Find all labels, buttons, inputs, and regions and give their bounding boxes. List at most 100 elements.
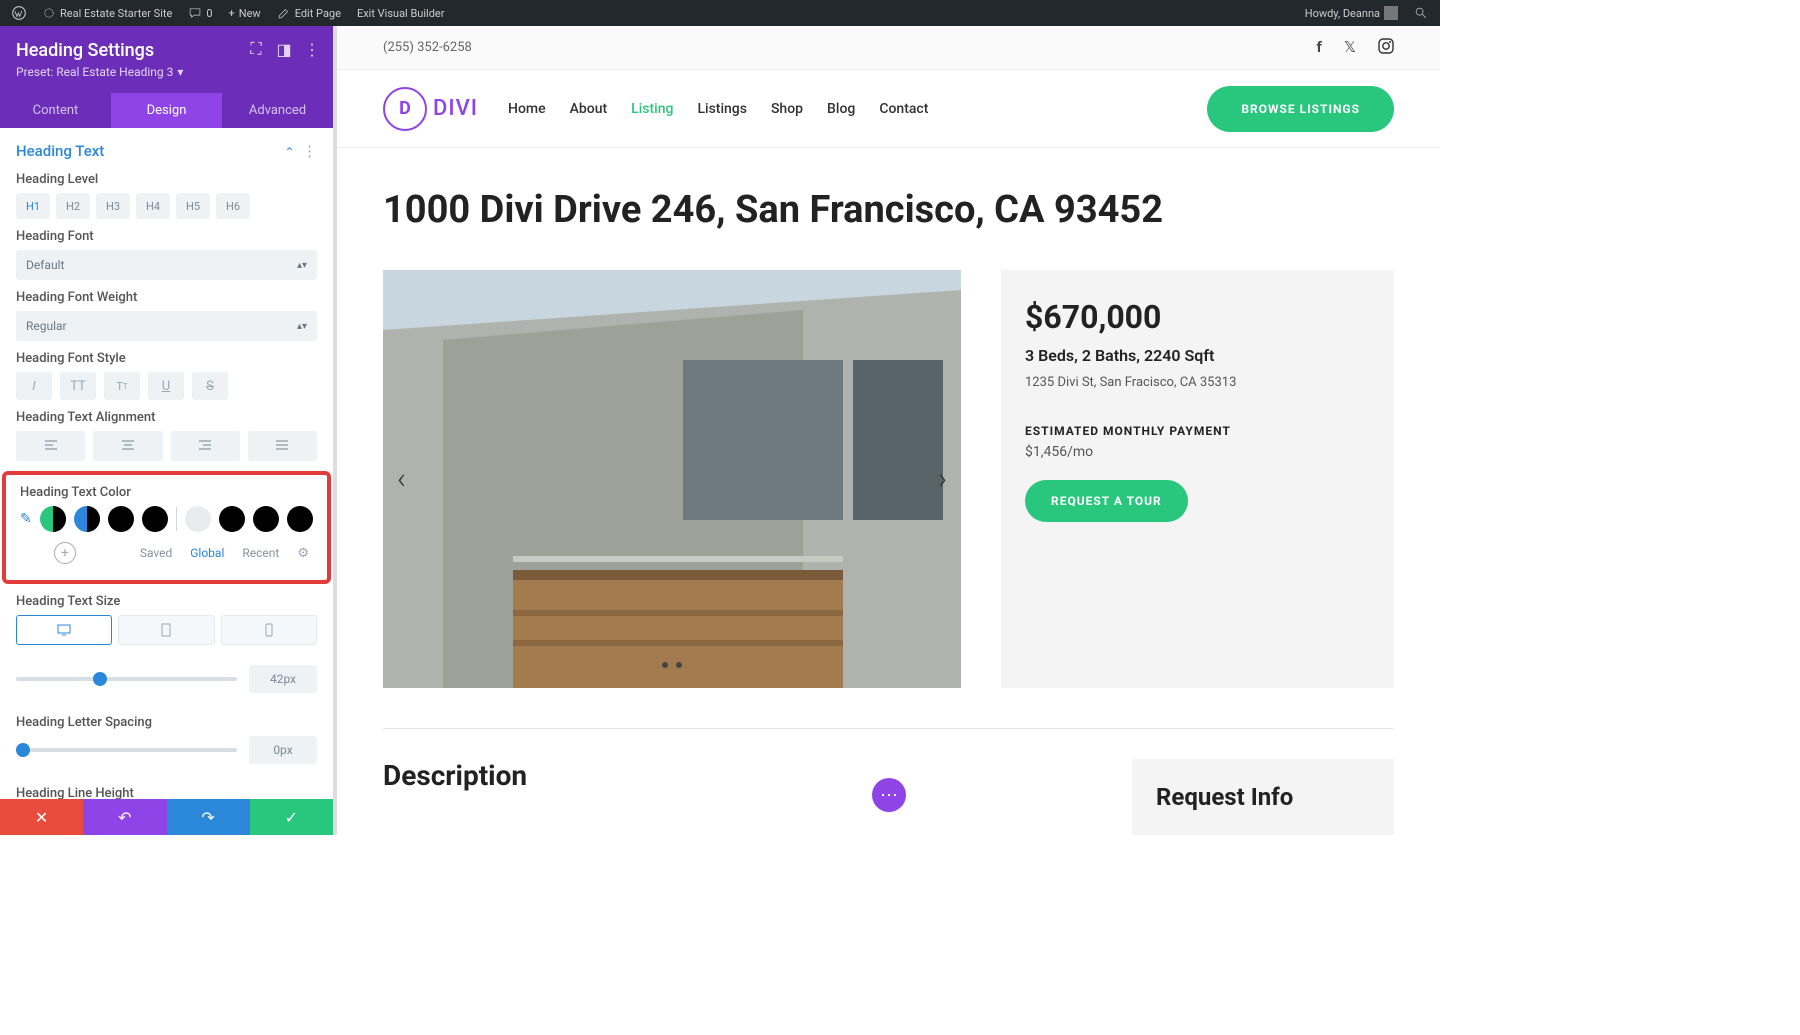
edit-page-link[interactable]: Edit Page (271, 0, 347, 26)
palette-recent[interactable]: Recent (242, 546, 279, 560)
gallery: ‹ › (383, 270, 961, 688)
menu-blog[interactable]: Blog (827, 101, 855, 117)
swatch-divider (176, 507, 177, 531)
heading-weight-select[interactable]: Regular▴▾ (16, 311, 317, 341)
x-icon[interactable]: 𝕏 (1344, 38, 1356, 58)
wp-logo[interactable] (6, 0, 32, 26)
color-swatch-light[interactable] (185, 506, 211, 532)
gallery-dots (662, 662, 682, 668)
dock-icon[interactable]: ◨ (275, 40, 293, 58)
add-swatch-button[interactable]: + (54, 542, 76, 564)
listing-image (383, 270, 961, 688)
instagram-icon[interactable] (1378, 38, 1394, 58)
spacing-slider[interactable] (16, 748, 237, 752)
color-swatch-blue[interactable] (74, 506, 100, 532)
browse-listings-button[interactable]: BROWSE LISTINGS (1207, 86, 1394, 132)
label-heading-align: Heading Text Alignment (16, 410, 317, 425)
heading-level-h4[interactable]: H4 (136, 193, 170, 219)
eyedropper-icon[interactable]: ✎ (20, 511, 32, 527)
phone-number: (255) 352-6258 (383, 40, 472, 55)
menu-listing[interactable]: Listing (631, 101, 673, 117)
heading-level-h3[interactable]: H3 (96, 193, 130, 219)
heading-level-h5[interactable]: H5 (176, 193, 210, 219)
request-info-card: Request Info (1132, 759, 1394, 835)
more-icon[interactable]: ⋮ (303, 40, 321, 58)
undo-button[interactable]: ↶ (83, 799, 166, 835)
preset-selector[interactable]: Preset: Real Estate Heading 3▾ (16, 65, 317, 79)
color-swatch-black5[interactable] (287, 506, 313, 532)
slider-thumb[interactable] (16, 743, 30, 757)
color-swatch-black1[interactable] (108, 506, 134, 532)
gallery-prev-icon[interactable]: ‹ (397, 462, 406, 497)
align-center[interactable] (93, 431, 162, 461)
slider-thumb[interactable] (93, 672, 107, 686)
style-strikethrough[interactable]: S (192, 372, 228, 400)
align-right[interactable] (171, 431, 240, 461)
section-heading-text[interactable]: Heading Text ⌃ ⋮ (16, 142, 317, 160)
avatar (1384, 6, 1398, 20)
style-smallcaps[interactable]: TT (104, 372, 140, 400)
device-desktop[interactable] (16, 615, 112, 645)
section-more-icon[interactable]: ⋮ (302, 142, 317, 160)
color-swatch-black4[interactable] (253, 506, 279, 532)
label-heading-color: Heading Text Color (20, 485, 313, 500)
size-slider[interactable] (16, 677, 237, 681)
align-left[interactable] (16, 431, 85, 461)
logo-icon: D (383, 87, 427, 131)
wp-site-name: Real Estate Starter Site (60, 7, 172, 20)
menu-home[interactable]: Home (508, 101, 546, 117)
palette-gear-icon[interactable]: ⚙ (297, 546, 309, 561)
palette-saved[interactable]: Saved (140, 546, 172, 560)
listing-info-card: $670,000 3 Beds, 2 Baths, 2240 Sqft 1235… (1001, 270, 1394, 688)
align-justify[interactable] (248, 431, 317, 461)
redo-button[interactable]: ↷ (167, 799, 250, 835)
device-tablet[interactable] (118, 615, 214, 645)
size-value[interactable]: 42px (249, 665, 317, 693)
listing-title: 1000 Divi Drive 246, San Francisco, CA 9… (383, 188, 1394, 232)
wp-search-icon[interactable] (1408, 0, 1434, 26)
exit-builder-link[interactable]: Exit Visual Builder (351, 0, 451, 26)
request-tour-button[interactable]: REQUEST A TOUR (1025, 480, 1188, 522)
style-italic[interactable]: I (16, 372, 52, 400)
heading-font-select[interactable]: Default▴▾ (16, 250, 317, 280)
color-swatch-green[interactable] (40, 506, 66, 532)
label-heading-style: Heading Font Style (16, 351, 317, 366)
save-button[interactable]: ✓ (250, 799, 333, 835)
menu-about[interactable]: About (570, 101, 608, 117)
device-phone[interactable] (221, 615, 317, 645)
site-name-link[interactable]: Real Estate Starter Site (36, 0, 178, 26)
tab-design[interactable]: Design (111, 93, 222, 128)
comments-link[interactable]: 0 (182, 0, 218, 26)
label-line-height: Heading Line Height (16, 786, 317, 799)
est-payment-value: $1,456/mo (1025, 444, 1370, 460)
listing-beds: 3 Beds, 2 Baths, 2240 Sqft (1025, 346, 1370, 365)
color-swatch-black3[interactable] (219, 506, 245, 532)
style-underline[interactable]: U (148, 372, 184, 400)
heading-level-h1[interactable]: H1 (16, 193, 50, 219)
cancel-button[interactable]: ✕ (0, 799, 83, 835)
new-link[interactable]: +New (223, 0, 267, 26)
logo-text: DIVI (433, 96, 478, 121)
logo[interactable]: D DIVI (383, 87, 478, 131)
spacing-value[interactable]: 0px (249, 736, 317, 764)
gallery-dot-1[interactable] (662, 662, 668, 668)
palette-global[interactable]: Global (190, 546, 224, 560)
heading-level-h6[interactable]: H6 (216, 193, 250, 219)
style-uppercase[interactable]: TT (60, 372, 96, 400)
menu-shop[interactable]: Shop (771, 101, 803, 117)
gallery-dot-2[interactable] (676, 662, 682, 668)
heading-level-h2[interactable]: H2 (56, 193, 90, 219)
listing-price: $670,000 (1025, 298, 1370, 336)
tab-advanced[interactable]: Advanced (222, 93, 333, 128)
fab-more-icon[interactable]: ⋯ (872, 778, 906, 812)
facebook-icon[interactable]: f (1317, 38, 1322, 58)
menu-listings[interactable]: Listings (697, 101, 747, 117)
howdy-link[interactable]: Howdy, Deanna (1299, 0, 1404, 26)
color-swatch-black2[interactable] (142, 506, 168, 532)
description-title: Description (383, 759, 1092, 792)
gallery-next-icon[interactable]: › (938, 462, 947, 497)
expand-icon[interactable]: ⛶ (247, 40, 265, 58)
menu-contact[interactable]: Contact (879, 101, 928, 117)
label-letter-spacing: Heading Letter Spacing (16, 715, 317, 730)
tab-content[interactable]: Content (0, 93, 111, 128)
